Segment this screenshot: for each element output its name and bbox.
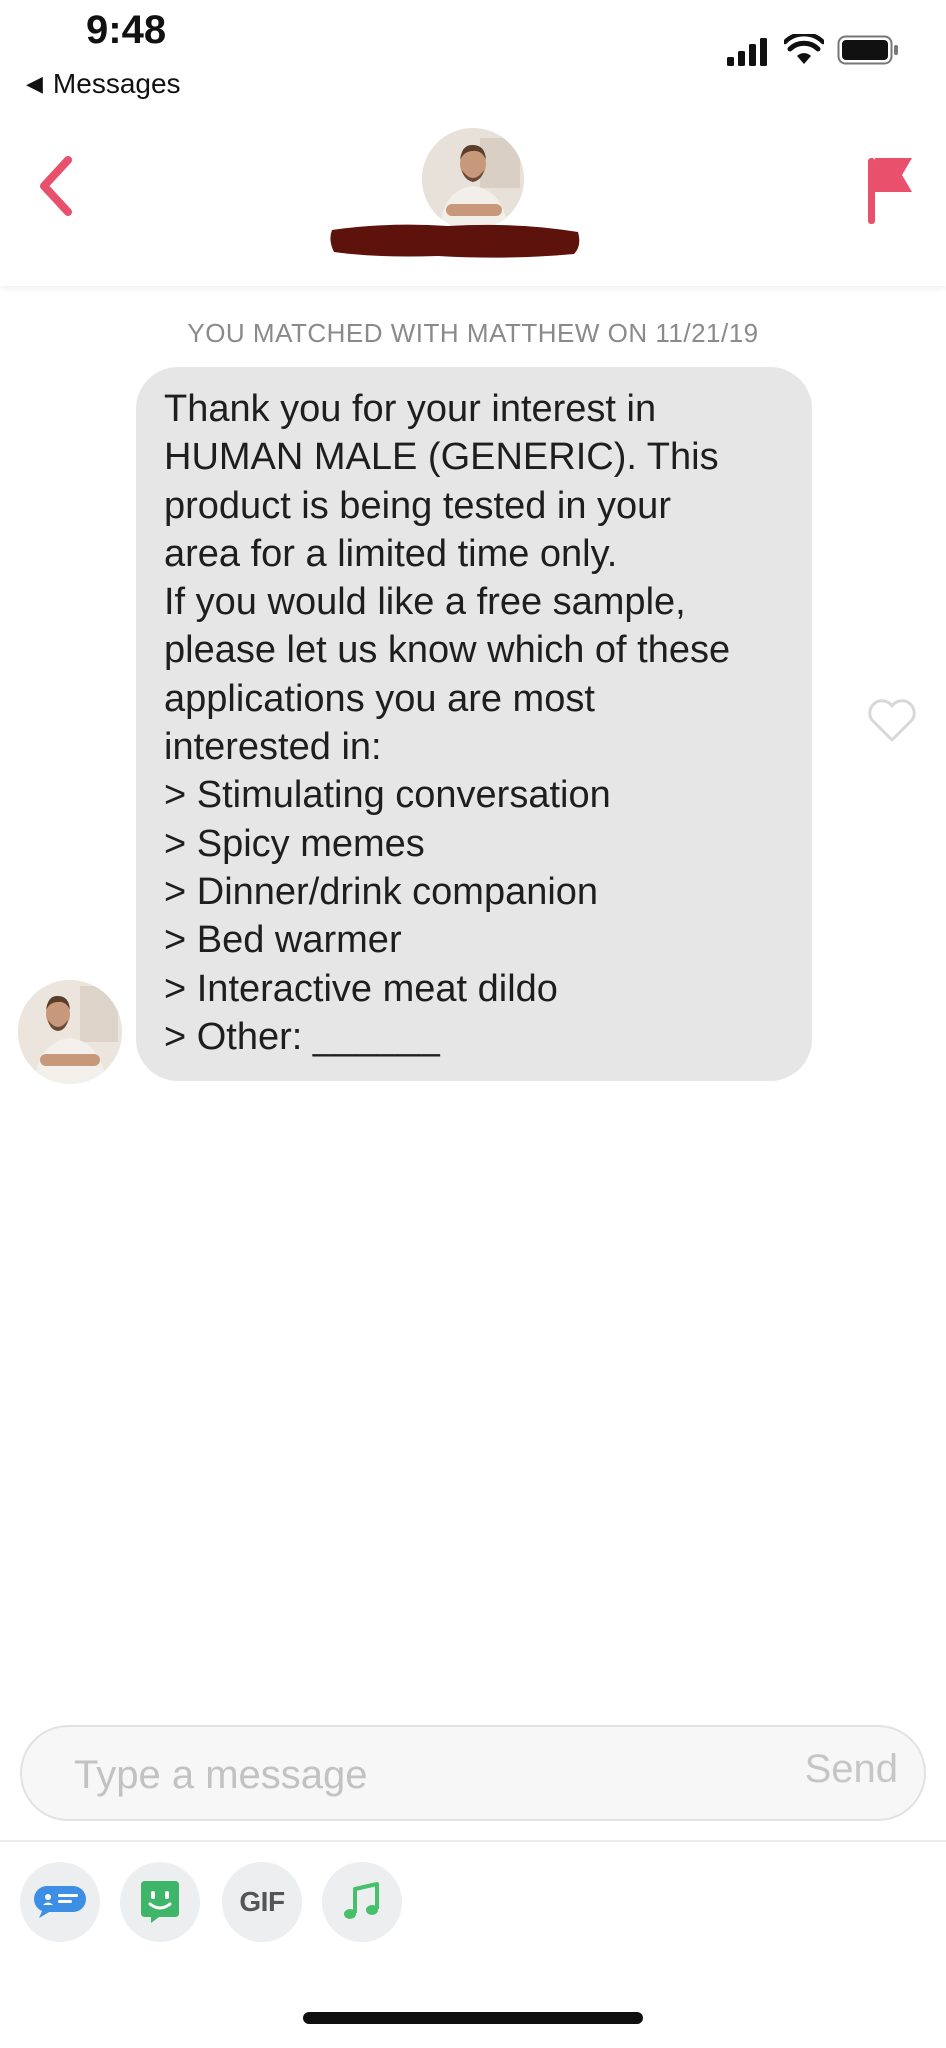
sticker-icon	[141, 1881, 179, 1923]
message-line: > Spicy memes	[164, 822, 425, 865]
wifi-icon	[784, 34, 824, 64]
music-note-icon	[344, 1882, 379, 1919]
battery-icon	[837, 35, 898, 65]
redacted-name-mark	[330, 224, 580, 258]
match-avatar[interactable]	[422, 128, 524, 230]
message-line: area for a limited time only.	[164, 532, 618, 575]
message-line: > Stimulating conversation	[164, 774, 611, 817]
chevron-left-icon[interactable]	[36, 154, 76, 218]
back-to-app-label: Messages	[52, 68, 181, 99]
message-line: HUMAN MALE (GENERIC). This	[164, 436, 719, 479]
message-line: product is being tested in your	[164, 484, 671, 527]
message-line: > Other: ______	[164, 1015, 440, 1058]
message-line: Thank you for your interest in	[164, 388, 657, 430]
heart-outline-icon[interactable]	[866, 698, 918, 744]
message-line: please let us know which of these	[164, 629, 731, 672]
message-line: > Bed warmer	[164, 919, 402, 962]
send-button[interactable]: Send	[805, 1747, 898, 1792]
chat-header	[0, 110, 946, 286]
home-indicator[interactable]	[303, 2012, 643, 2024]
music-button[interactable]	[322, 1862, 402, 1942]
message-bubble[interactable]: Thank you for your interest in HUMAN MAL…	[136, 367, 812, 1081]
match-date-label: YOU MATCHED WITH MATTHEW ON 11/21/19	[187, 318, 759, 348]
chat-card-button[interactable]	[20, 1862, 100, 1942]
message-line: applications you are most	[164, 677, 595, 720]
message-line: If you would like a free sample,	[164, 581, 686, 624]
gif-icon: GIF	[239, 1886, 285, 1917]
message-line: > Interactive meat dildo	[164, 967, 558, 1010]
sender-avatar-photo	[18, 980, 122, 1084]
message-line: interested in:	[164, 726, 382, 769]
avatar-photo	[422, 128, 524, 230]
message-composer: Send	[20, 1725, 926, 1821]
sender-avatar[interactable]	[18, 980, 122, 1084]
back-triangle-icon: ◀	[26, 71, 43, 96]
status-bar: 9:48 ◀ Messages	[0, 0, 946, 110]
message-line: > Dinner/drink companion	[164, 870, 599, 913]
message-input[interactable]	[72, 1751, 726, 1799]
toolbar-divider	[0, 1840, 946, 1842]
chat-card-icon	[34, 1886, 86, 1918]
gif-button[interactable]: GIF	[222, 1862, 302, 1942]
sticker-button[interactable]	[120, 1862, 200, 1942]
flag-icon[interactable]	[866, 154, 914, 226]
signal-icon	[727, 38, 767, 66]
status-time: 9:48	[86, 8, 167, 52]
back-to-app-link[interactable]: ◀ Messages	[26, 68, 181, 100]
